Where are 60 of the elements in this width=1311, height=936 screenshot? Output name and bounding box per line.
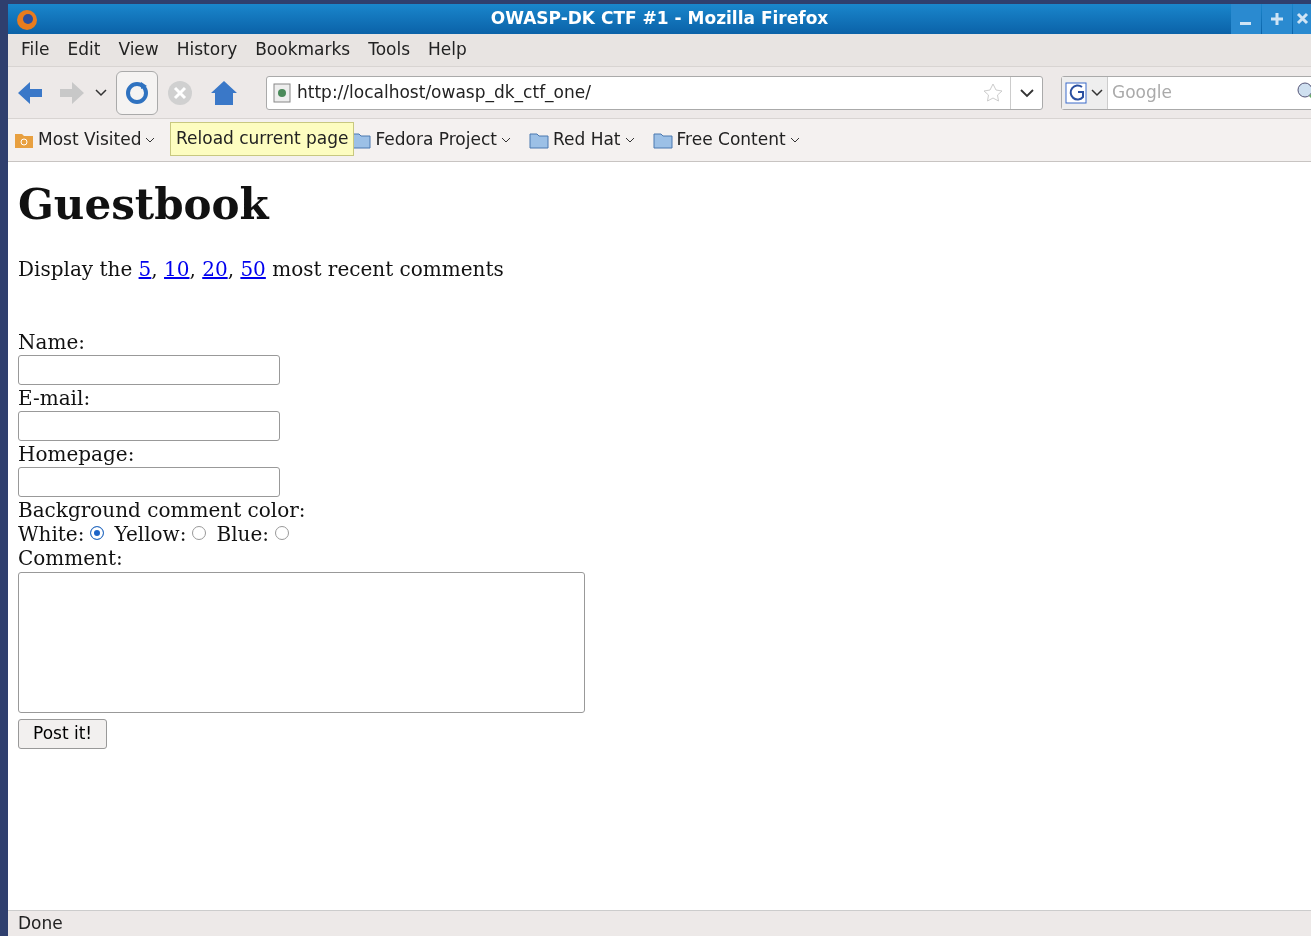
caret-icon bbox=[789, 136, 800, 144]
caret-icon bbox=[624, 136, 635, 144]
bookmark-item[interactable]: Most Visited bbox=[14, 127, 156, 153]
menu-item[interactable]: History bbox=[169, 35, 245, 65]
field-label: Background comment color: bbox=[18, 498, 307, 523]
input-field[interactable] bbox=[18, 467, 280, 498]
maximize-icon[interactable] bbox=[1262, 4, 1292, 34]
status-text: Done bbox=[18, 911, 63, 935]
bookmark-item[interactable]: Free Content bbox=[652, 127, 800, 153]
window-title: OWASP-DK CTF #1 - Mozilla Firefox bbox=[490, 7, 829, 31]
close-icon[interactable] bbox=[1293, 4, 1311, 34]
address-bar[interactable]: http://localhost/owasp_dk_ctf_one/ bbox=[266, 75, 1043, 110]
radio-button[interactable] bbox=[192, 525, 207, 540]
field-label: Homepage: bbox=[18, 442, 136, 467]
url-text: http://localhost/owasp_dk_ctf_one/ bbox=[297, 80, 592, 105]
reload-icon bbox=[124, 79, 150, 106]
folder-icon bbox=[14, 131, 34, 149]
count-link[interactable]: 20 bbox=[202, 257, 228, 282]
dropdown-icon[interactable] bbox=[94, 87, 108, 98]
radio-label: White: bbox=[18, 522, 85, 547]
menu-item[interactable]: Edit bbox=[60, 35, 108, 65]
back-icon[interactable] bbox=[16, 79, 44, 106]
search-placeholder: Google bbox=[1111, 80, 1173, 104]
count-link[interactable]: 5 bbox=[138, 257, 152, 282]
menu-item[interactable]: Tools bbox=[361, 35, 418, 65]
separator-text: , bbox=[227, 257, 235, 282]
folder-icon bbox=[528, 131, 549, 149]
separator-text: , bbox=[189, 257, 196, 282]
star-icon[interactable] bbox=[982, 81, 1004, 104]
input-field[interactable] bbox=[18, 355, 280, 386]
menu-item[interactable]: Bookmarks bbox=[248, 35, 358, 65]
radio-button[interactable] bbox=[90, 525, 105, 540]
tooltip: Reload current page bbox=[170, 122, 355, 156]
bookmark-item[interactable]: Red Hat bbox=[528, 127, 635, 153]
menu-item[interactable]: Help bbox=[421, 35, 474, 65]
radio-button[interactable] bbox=[275, 525, 289, 540]
radio-label: Blue: bbox=[216, 522, 269, 547]
post-button[interactable]: Post it! bbox=[18, 719, 108, 749]
display-sentence: Display the 5, 10, 20, 50 most recent comments bbox=[18, 256, 505, 284]
input-field[interactable] bbox=[18, 411, 280, 442]
menu-item[interactable]: File bbox=[14, 35, 57, 65]
reload-button[interactable] bbox=[116, 70, 158, 115]
count-link[interactable]: 10 bbox=[164, 257, 190, 282]
folder-icon bbox=[652, 131, 673, 149]
field-label: Comment: bbox=[18, 546, 124, 571]
page-icon bbox=[273, 82, 291, 103]
count-link[interactable]: 50 bbox=[240, 257, 266, 282]
home-icon[interactable] bbox=[210, 78, 238, 107]
field-label: E-mail: bbox=[18, 386, 92, 411]
stop-icon[interactable] bbox=[166, 78, 194, 107]
minimize-icon[interactable] bbox=[1231, 4, 1261, 34]
menu-item[interactable]: View bbox=[111, 35, 166, 65]
separator-text: , bbox=[151, 257, 158, 282]
caret-icon bbox=[145, 136, 156, 144]
field-label: Name: bbox=[18, 330, 86, 355]
google-icon[interactable] bbox=[1062, 76, 1108, 109]
comment-field[interactable] bbox=[18, 572, 585, 714]
page-heading: Guestbook bbox=[18, 180, 271, 231]
radio-label: Yellow: bbox=[114, 522, 187, 547]
caret-icon bbox=[500, 136, 511, 144]
